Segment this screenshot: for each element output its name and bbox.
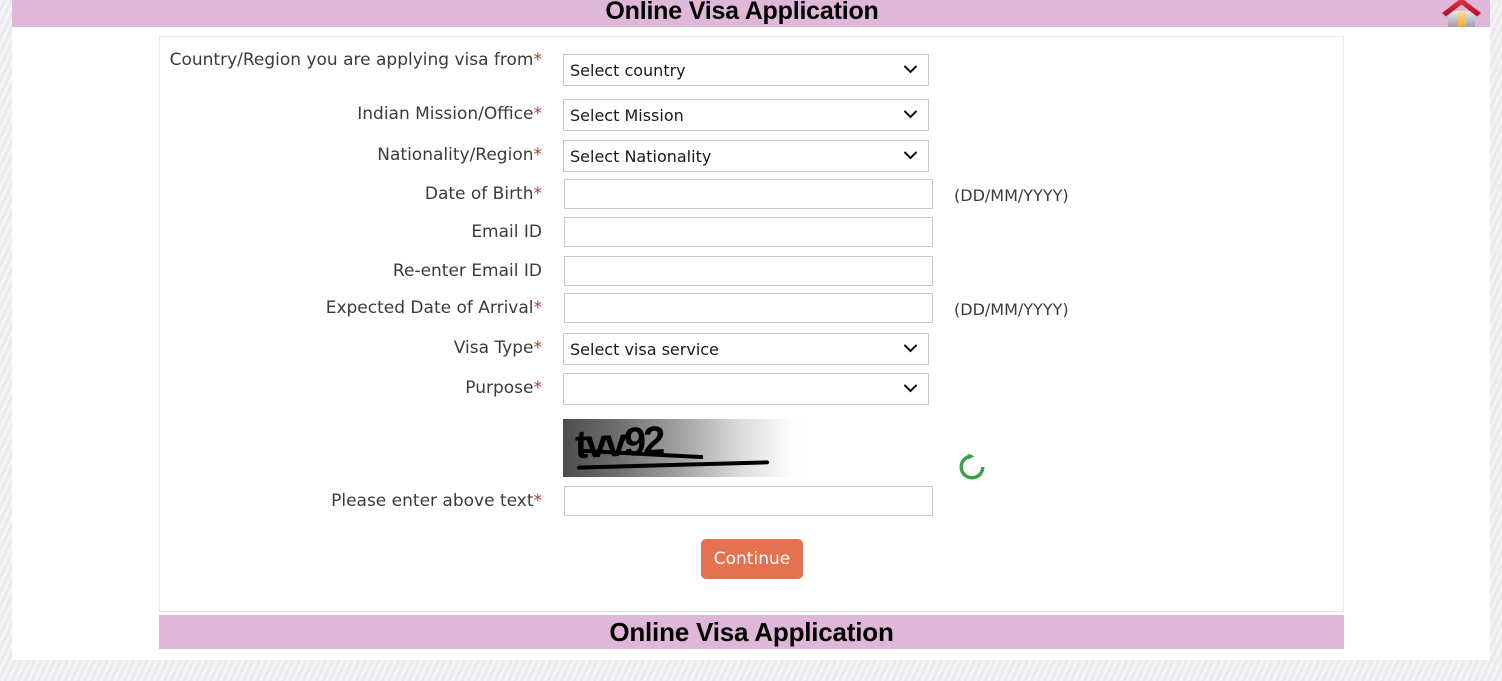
- select-nationality[interactable]: Select Nationality: [563, 140, 929, 172]
- select-visa-type[interactable]: Select visa service: [563, 333, 929, 365]
- dob-format-hint: (DD/MM/YYYY): [954, 186, 1069, 205]
- label-mission-text: Indian Mission/Office: [357, 104, 534, 124]
- continue-button[interactable]: Continue: [701, 539, 803, 579]
- label-captcha-input: Please enter above text*: [160, 491, 542, 512]
- label-dob-text: Date of Birth: [424, 184, 534, 204]
- form-row-nationality: Nationality/Region* Select Nationality: [160, 140, 1345, 178]
- form-row-purpose: Purpose*: [160, 373, 1345, 411]
- required-star: *: [533, 50, 543, 70]
- select-mission[interactable]: Select Mission: [563, 99, 929, 131]
- arrival-format-hint: (DD/MM/YYYY): [954, 300, 1069, 319]
- field-country: Select country: [563, 54, 929, 86]
- label-reenter-email: Re-enter Email ID: [160, 261, 542, 282]
- field-email: [564, 217, 933, 247]
- top-banner: Online Visa Application: [12, 0, 1490, 27]
- required-star: *: [533, 145, 543, 165]
- label-mission: Indian Mission/Office*: [160, 104, 542, 125]
- label-nationality: Nationality/Region*: [160, 145, 542, 166]
- form-row-mission: Indian Mission/Office* Select Mission: [160, 99, 1345, 137]
- page-title: Online Visa Application: [605, 0, 879, 25]
- label-email-text: Email ID: [471, 222, 542, 242]
- label-nationality-text: Nationality/Region: [377, 145, 534, 165]
- select-purpose[interactable]: [563, 373, 929, 405]
- captcha-image: tvv92: [563, 419, 811, 477]
- label-dob: Date of Birth*: [160, 184, 542, 205]
- label-reenter-email-text: Re-enter Email ID: [392, 261, 542, 281]
- required-star: *: [533, 491, 543, 511]
- arrival-date-input[interactable]: [564, 293, 933, 323]
- home-icon[interactable]: [1436, 0, 1486, 27]
- bottom-banner: Online Visa Application: [159, 615, 1344, 649]
- field-visa-type: Select visa service: [563, 333, 929, 365]
- form-row-captcha-input: Please enter above text*: [160, 486, 1345, 524]
- footer-title: Online Visa Application: [609, 617, 894, 647]
- required-star: *: [533, 378, 543, 398]
- form-row-arrival: Expected Date of Arrival* (DD/MM/YYYY): [160, 293, 1345, 331]
- form-row-email: Email ID: [160, 217, 1345, 255]
- label-visa-type: Visa Type*: [160, 338, 542, 359]
- reenter-email-input[interactable]: [564, 256, 933, 286]
- label-email: Email ID: [160, 222, 542, 243]
- field-mission: Select Mission: [563, 99, 929, 131]
- form-row-visa-type: Visa Type* Select visa service: [160, 333, 1345, 371]
- required-star: *: [533, 298, 543, 318]
- label-purpose: Purpose*: [160, 378, 542, 399]
- required-star: *: [533, 184, 543, 204]
- field-purpose: [563, 373, 929, 405]
- form-row-country: Country/Region you are applying visa fro…: [160, 43, 1345, 86]
- label-captcha-input-text: Please enter above text: [331, 491, 534, 511]
- label-purpose-text: Purpose: [465, 378, 534, 398]
- captcha-text: tvv92: [575, 419, 663, 468]
- field-reenter-email: [564, 256, 933, 286]
- captcha-input[interactable]: [564, 486, 933, 516]
- email-input[interactable]: [564, 217, 933, 247]
- label-country-text: Country/Region you are applying visa fro…: [169, 50, 534, 70]
- label-arrival: Expected Date of Arrival*: [160, 298, 542, 319]
- label-visa-type-text: Visa Type: [453, 338, 534, 358]
- field-dob: [564, 179, 933, 209]
- select-country[interactable]: Select country: [563, 54, 929, 86]
- label-country: Country/Region you are applying visa fro…: [160, 49, 542, 71]
- visa-application-form-panel: Country/Region you are applying visa fro…: [159, 36, 1344, 612]
- browser-page: Online Visa Application Country/Region y…: [0, 0, 1502, 681]
- form-row-dob: Date of Birth* (DD/MM/YYYY): [160, 179, 1345, 217]
- field-arrival: [564, 293, 933, 323]
- form-row-reenter-email: Re-enter Email ID: [160, 256, 1345, 294]
- required-star: *: [533, 104, 543, 124]
- field-nationality: Select Nationality: [563, 140, 929, 172]
- required-star: *: [533, 338, 543, 358]
- field-captcha-input: [564, 486, 933, 516]
- refresh-icon[interactable]: [957, 452, 987, 482]
- dob-input[interactable]: [564, 179, 933, 209]
- label-arrival-text: Expected Date of Arrival: [325, 298, 534, 318]
